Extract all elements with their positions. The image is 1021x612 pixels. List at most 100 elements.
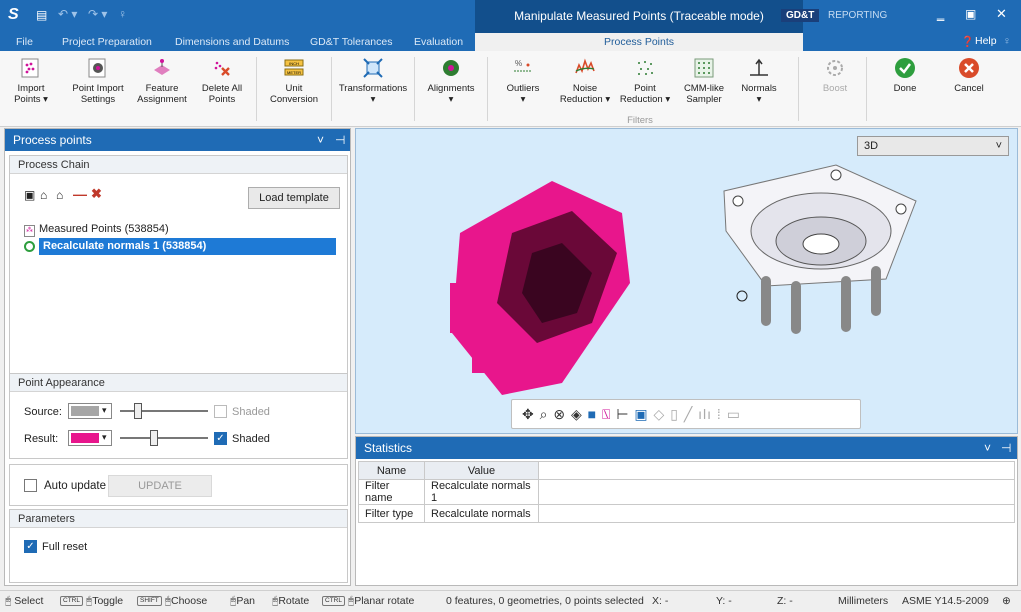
tab-gdt-tolerances[interactable]: GD&T Tolerances [310,33,392,51]
statistics-header: Statistics ˅ ⊣ [356,437,1017,459]
globe-icon[interactable]: ⊕ [1002,591,1011,612]
viewport-3d[interactable]: 3D ˅ ✥ ⌕ ⊗ ◈ ■ ⍂ ⊢ ▣ ◇ ▯ ╱ ılı ⁞ ▭ [355,128,1018,434]
pan-icon[interactable]: ✥ [522,406,535,422]
auto-update-checkbox[interactable] [24,479,37,492]
clip-icon[interactable]: ▯ [670,406,679,422]
point-reduction-button[interactable]: Point Reduction ▾ [616,57,674,105]
outliers-button[interactable]: % Outliers ▾ [500,57,546,105]
svg-text:METER: METER [287,70,301,75]
panel-title: Process points [13,133,92,147]
cancel-button[interactable]: Cancel [944,57,994,94]
cad-part-model[interactable] [716,161,926,336]
active-step-icon [24,240,35,252]
view-mode-select[interactable]: 3D ˅ [857,136,1009,156]
annotation-icon[interactable]: ▭ [727,406,741,422]
gdt-tag[interactable]: GD&T [781,9,820,22]
help-icon[interactable]: ❓ [961,35,974,48]
camera-settings-icon[interactable]: ▣ [634,406,648,422]
close-window-icon[interactable]: ✕ [996,6,1007,22]
unit-conversion-icon: INCH METER [284,59,304,76]
zoom-icon[interactable]: ⌕ [540,406,549,422]
column-header-value: Value [424,461,539,480]
scale-icon[interactable]: ⁞ [717,406,722,422]
full-reset-label: Full reset [42,541,88,553]
cube-view-icon[interactable]: ■ [588,406,597,422]
search-tip-icon[interactable]: ♀ [1003,35,1011,47]
table-row[interactable]: Filter name Recalculate normals 1 [358,479,1015,505]
alignments-button[interactable]: Alignments ▾ [423,57,479,105]
edit-icon[interactable]: ╱ [684,406,693,422]
tab-project-preparation[interactable]: Project Preparation [62,33,152,51]
maximize-icon[interactable]: ▣ [965,7,976,21]
normals-display-icon[interactable]: ⍂ [602,406,611,422]
histogram-icon[interactable]: ılı [698,406,712,422]
result-label: Result: [24,433,59,445]
source-color-picker[interactable]: ▾ [68,403,112,419]
point-reduction-label: Point Reduction ▾ [619,83,671,105]
ribbon: Import Points ▾ Point Import Settings Fe… [0,51,1021,127]
panel-pin-icon[interactable]: ⊣ [335,129,345,151]
chain-item-measured[interactable]: ⁂ Measured Points (538854) [24,220,344,238]
point-appearance-group: Point Appearance Source: ▾ Shaded Result… [9,373,348,459]
result-shaded-checkbox[interactable]: ✓ [214,432,227,445]
standard-label[interactable]: ASME Y14.5-2009 [902,591,989,612]
boost-button[interactable]: Boost [810,57,860,94]
y-coordinate: Y: - [716,595,732,607]
measure-icon[interactable]: ⊢ [616,406,629,422]
save-chain-icon[interactable]: ▣ [24,188,35,202]
redo-icon[interactable]: ↷ ▾ [88,7,107,21]
full-reset-checkbox[interactable]: ✓ [24,540,37,553]
zoom-fit-icon[interactable]: ⊗ [553,406,566,422]
export-chain-icon[interactable]: ⌂ [56,188,63,202]
chain-item-recalculate[interactable]: Recalculate normals 1 (538854) [24,238,342,255]
reporting-tag[interactable]: REPORTING [828,10,887,21]
normals-button[interactable]: Normals ▾ [734,57,784,105]
tip-icon[interactable]: ♀ [118,7,127,21]
statistics-collapse-icon[interactable]: ˅ [984,437,991,459]
section-icon[interactable]: ◇ [654,406,666,422]
rotate-hint: 🖰Rotate [272,595,310,607]
undo-icon[interactable]: ↶ ▾ [58,7,77,21]
load-template-button[interactable]: Load template [248,187,340,209]
load-chain-icon[interactable]: ⌂ [40,188,47,202]
view-orient-icon[interactable]: ◈ [571,406,583,422]
source-slider-thumb[interactable] [134,403,142,419]
measured-points-icon: ⁂ [24,225,35,237]
tab-file[interactable]: File [16,33,33,51]
noise-reduction-button[interactable]: Noise Reduction ▾ [556,57,614,105]
table-row[interactable]: Filter type Recalculate normals [358,504,1015,523]
remove-step-icon[interactable]: — [73,186,87,202]
outliers-label: Outliers ▾ [506,83,540,105]
help-link[interactable]: Help [975,35,997,47]
toggle-hint-label: Toggle [92,595,124,607]
measured-part-model[interactable] [442,173,642,403]
source-label: Source: [24,406,62,418]
tab-dimensions-datums[interactable]: Dimensions and Datums [175,33,289,51]
result-color-picker[interactable]: ▾ [68,430,112,446]
cmm-sampler-button[interactable]: CMM-like Sampler [676,57,732,105]
delete-all-points-button[interactable]: Delete All Points [196,57,248,105]
import-points-icon [21,58,39,78]
statistics-pin-icon[interactable]: ⊣ [1001,437,1011,459]
save-icon[interactable]: ▤ [36,8,47,22]
update-button[interactable]: UPDATE [108,475,212,497]
result-slider-thumb[interactable] [150,430,158,446]
panel-collapse-icon[interactable]: ˅ [317,129,324,151]
unit-conversion-button[interactable]: INCH METER Unit Conversion [266,57,322,105]
import-points-button[interactable]: Import Points ▾ [10,57,52,105]
select-hint: Select [14,595,44,607]
process-chain-group: Process Chain ▣ ⌂ ⌂ — ✖ Load template ⁂ M… [9,155,348,376]
tab-process-points[interactable]: Process Points [475,33,803,51]
minimize-icon[interactable]: ‗ [937,6,944,21]
result-opacity-slider[interactable] [120,437,208,439]
delete-step-icon[interactable]: ✖ [91,186,102,202]
transformations-button[interactable]: Transformations ▾ [338,57,408,105]
source-shaded-checkbox[interactable] [214,405,227,418]
tab-evaluation[interactable]: Evaluation [414,33,463,51]
ctrl-key: CTRL [60,596,83,607]
point-import-settings-button[interactable]: Point Import Settings [70,57,126,105]
units-label[interactable]: Millimeters [838,591,888,612]
auto-update-label: Auto update [44,480,107,492]
feature-assignment-button[interactable]: Feature Assignment [134,57,190,105]
done-button[interactable]: Done [880,57,930,94]
